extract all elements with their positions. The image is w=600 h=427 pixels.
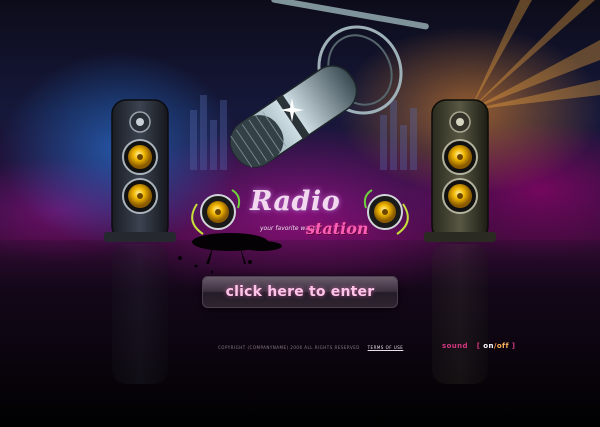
left-speaker-illustration bbox=[104, 99, 176, 242]
microphone-illustration bbox=[229, 0, 429, 168]
light-rays bbox=[470, 0, 600, 110]
sound-off-toggle[interactable]: off bbox=[497, 342, 509, 350]
logo-title: Radio bbox=[250, 186, 341, 217]
logo-speaker-badge-left bbox=[191, 189, 241, 235]
copyright-text: COPYRIGHT (COMPANYNAME) 2006 ALL RIGHTS … bbox=[218, 345, 360, 350]
logo-subtitle: station bbox=[306, 219, 369, 238]
right-speaker-illustration bbox=[424, 99, 496, 242]
sound-control: sound [ on/off ] bbox=[442, 342, 515, 350]
enter-site-button[interactable]: click here to enter bbox=[202, 276, 398, 308]
splash-page: Radio your favorite wave station click h… bbox=[0, 0, 600, 427]
sound-on-toggle[interactable]: on bbox=[483, 342, 494, 350]
sound-open-bracket: [ bbox=[476, 342, 481, 350]
sound-close-bracket: ] bbox=[511, 342, 516, 350]
footer-copyright: COPYRIGHT (COMPANYNAME) 2006 ALL RIGHTS … bbox=[218, 345, 409, 350]
logo-speaker-badge-right bbox=[363, 189, 409, 235]
sound-label: sound bbox=[442, 342, 468, 350]
enter-button-label: click here to enter bbox=[225, 284, 375, 300]
terms-of-use-link[interactable]: TERMS OF USE bbox=[368, 345, 404, 350]
